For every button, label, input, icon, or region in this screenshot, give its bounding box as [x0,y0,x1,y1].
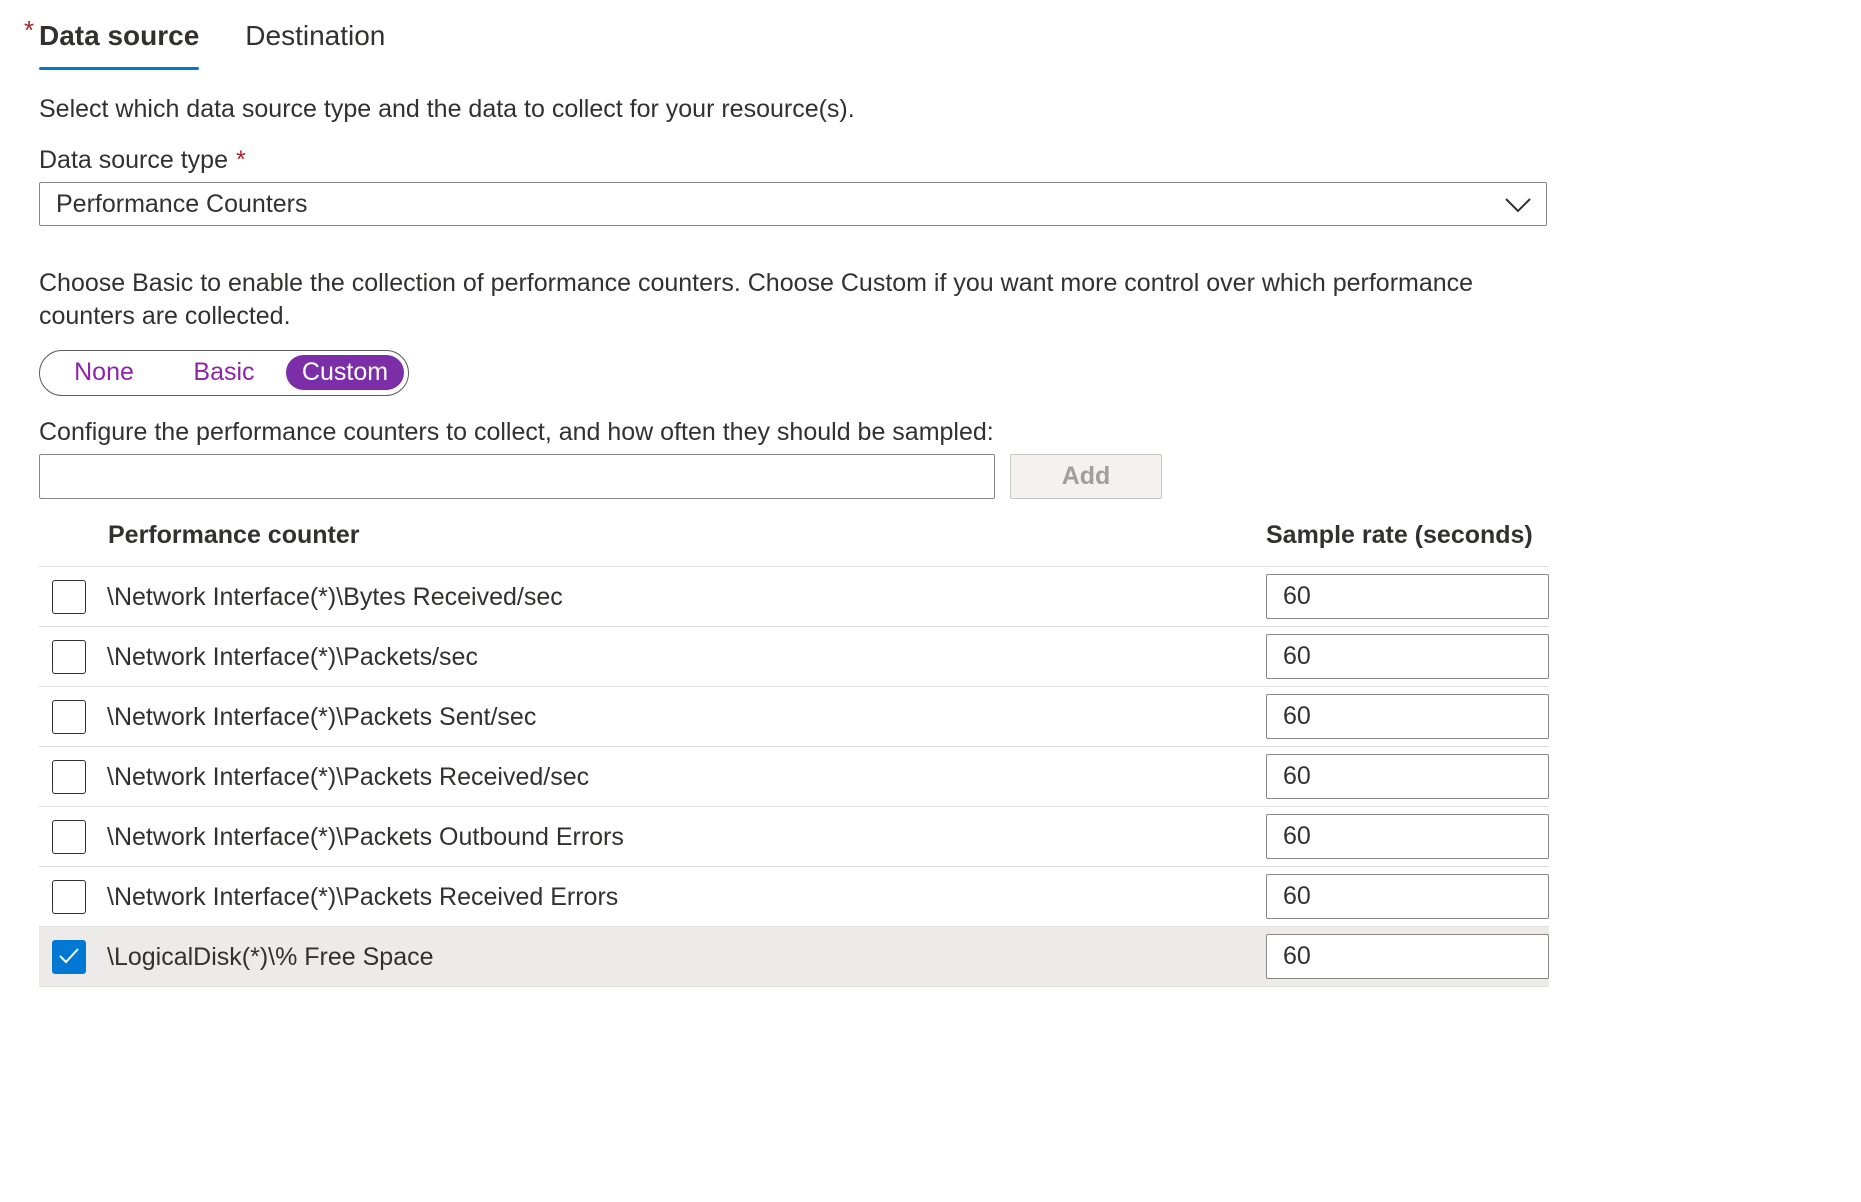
data-collection-rule-panel: * Data source Destination Select which d… [0,0,1861,1202]
add-button[interactable]: Add [1010,454,1162,499]
counter-name: \Network Interface(*)\Packets Sent/sec [107,703,537,731]
toggle-option-none[interactable]: None [60,355,148,390]
tab-bar: * Data source Destination [24,14,385,70]
tab-destination[interactable]: Destination [245,14,385,70]
table-row: \Network Interface(*)\Packets/sec [39,627,1549,687]
data-source-type-label: Data source type * [39,143,246,177]
collection-mode-toggle: None Basic Custom [39,350,409,396]
table-row: \Network Interface(*)\Packets Received E… [39,867,1549,927]
table-row: \Network Interface(*)\Packets Received/s… [39,747,1549,807]
table-row: \Network Interface(*)\Bytes Received/sec [39,567,1549,627]
row-checkbox[interactable] [52,640,86,674]
toggle-option-custom[interactable]: Custom [286,355,404,390]
row-checkbox[interactable] [52,700,86,734]
performance-counter-table: Performance counter Sample rate (seconds… [39,508,1549,987]
table-header: Performance counter Sample rate (seconds… [39,508,1549,567]
tab-destination-label: Destination [245,20,386,51]
row-checkbox[interactable] [52,580,86,614]
sample-rate-input[interactable] [1266,694,1549,739]
sample-rate-input[interactable] [1266,634,1549,679]
required-marker: * [24,15,35,45]
counter-name: \LogicalDisk(*)\% Free Space [107,943,434,971]
sample-rate-input[interactable] [1266,874,1549,919]
counter-name: \Network Interface(*)\Packets Received E… [107,883,619,911]
sample-rate-input[interactable] [1266,814,1549,859]
tab-data-source[interactable]: * Data source [24,14,200,70]
counter-name: \Network Interface(*)\Bytes Received/sec [107,583,563,611]
intro-text: Select which data source type and the da… [39,95,855,123]
row-checkbox[interactable] [52,820,86,854]
sample-rate-input[interactable] [1266,934,1549,979]
row-checkbox[interactable] [52,760,86,794]
column-header-sample-rate: Sample rate (seconds) [1266,521,1533,549]
table-row-selected: \LogicalDisk(*)\% Free Space [39,927,1549,987]
sample-rate-input[interactable] [1266,754,1549,799]
data-source-type-label-text: Data source type [39,146,228,174]
collection-description: Choose Basic to enable the collection of… [39,269,1474,330]
toggle-option-basic[interactable]: Basic [180,355,268,390]
active-tab-indicator [39,67,200,70]
sample-rate-input[interactable] [1266,574,1549,619]
counter-name: \Network Interface(*)\Packets/sec [107,643,478,671]
configure-counters-label: Configure the performance counters to co… [39,418,994,446]
column-header-counter: Performance counter [108,521,360,549]
data-source-type-dropdown[interactable]: Performance Counters [39,182,1547,226]
checkmark-icon [59,948,79,964]
chevron-down-icon [1505,198,1531,213]
row-checkbox-checked[interactable] [52,940,86,974]
table-row: \Network Interface(*)\Packets Outbound E… [39,807,1549,867]
table-row: \Network Interface(*)\Packets Sent/sec [39,687,1549,747]
counter-name: \Network Interface(*)\Packets Outbound E… [107,823,624,851]
counter-name: \Network Interface(*)\Packets Received/s… [107,763,590,791]
tab-data-source-label: Data source [39,20,200,51]
dropdown-selected-value: Performance Counters [56,190,308,218]
required-marker: * [236,146,246,174]
row-checkbox[interactable] [52,880,86,914]
performance-counter-input[interactable] [39,454,995,499]
